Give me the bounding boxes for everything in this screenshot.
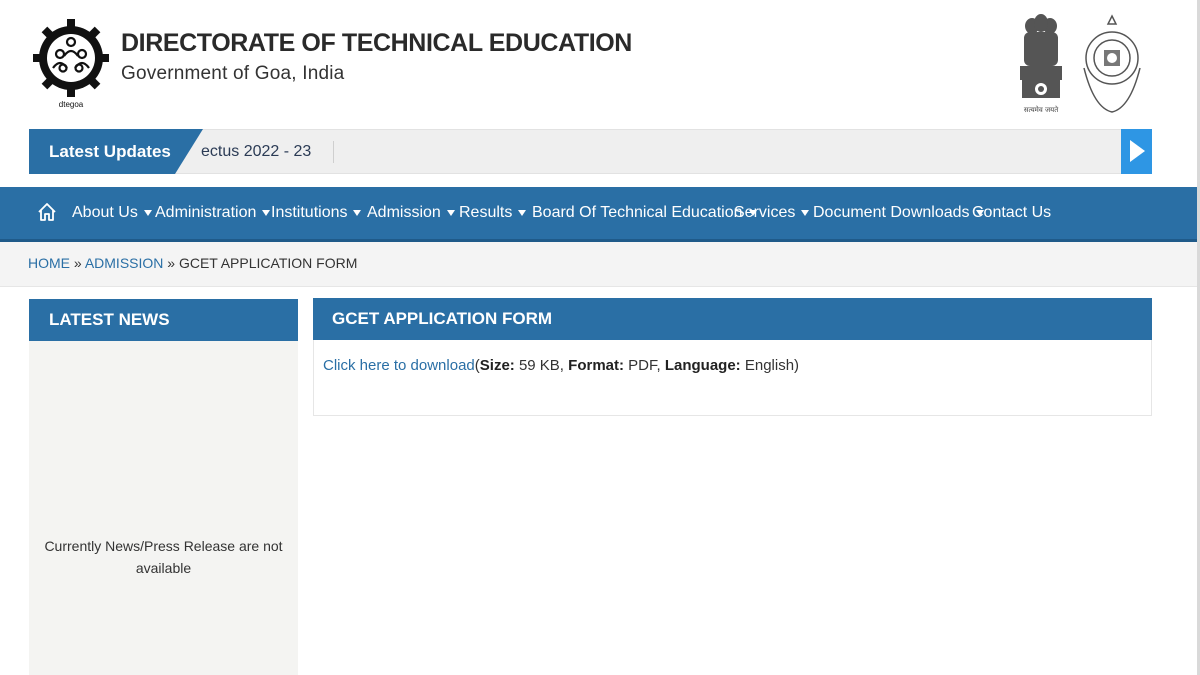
site-subtitle: Government of Goa, India bbox=[121, 63, 345, 84]
nav-board-of-technical-education[interactable]: Board Of Technical Education bbox=[532, 187, 757, 239]
breadcrumb-admission-link[interactable]: ADMISSION bbox=[85, 255, 164, 271]
language-value: English) bbox=[740, 357, 800, 374]
chevron-down-icon bbox=[801, 209, 810, 216]
national-emblem-icon: सत्यमेव जयते bbox=[1020, 14, 1062, 114]
latest-updates-bar: Latest Updates ectus 2022 - 23 bbox=[29, 129, 1152, 174]
size-label: Size: bbox=[479, 357, 515, 374]
size-value: 59 KB, bbox=[514, 357, 569, 374]
nav-institutions[interactable]: Institutions bbox=[271, 187, 362, 239]
chevron-down-icon bbox=[143, 209, 152, 216]
nav-admission[interactable]: Admission bbox=[367, 187, 455, 239]
format-value: PDF, bbox=[624, 357, 665, 374]
svg-text:सत्यमेव जयते: सत्यमेव जयते bbox=[1024, 105, 1059, 114]
nav-services[interactable]: Services bbox=[734, 187, 810, 239]
breadcrumb-home-link[interactable]: HOME bbox=[28, 255, 70, 271]
latest-updates-label: Latest Updates bbox=[29, 129, 203, 174]
chevron-down-icon bbox=[353, 209, 362, 216]
nav-document-downloads[interactable]: Document Downloads bbox=[813, 187, 984, 239]
breadcrumb-current: GCET APPLICATION FORM bbox=[178, 255, 358, 271]
site-header: dtegoa DIRECTORATE OF TECHNICAL EDUCATIO… bbox=[0, 0, 1200, 128]
format-label: Format: bbox=[568, 357, 624, 374]
nav-about-us[interactable]: About Us bbox=[72, 187, 152, 239]
content-panel: GCET APPLICATION FORM Click here to down… bbox=[313, 298, 1152, 416]
chevron-down-icon bbox=[446, 209, 455, 216]
latest-news-sidebar: LATEST NEWS Currently News/Press Release… bbox=[29, 299, 298, 675]
nav-results[interactable]: Results bbox=[459, 187, 527, 239]
nav-administration[interactable]: Administration bbox=[155, 187, 271, 239]
language-label: Language: bbox=[664, 357, 741, 374]
nav-contact-us[interactable]: Contact Us bbox=[972, 187, 1051, 239]
breadcrumb-bar: HOME » ADMISSION » GCET APPLICATION FORM bbox=[0, 242, 1197, 287]
site-title: DIRECTORATE OF TECHNICAL EDUCATION bbox=[121, 29, 632, 57]
goa-seal-icon bbox=[1083, 14, 1141, 113]
download-info: Click here to download(Size: 59 KB, Form… bbox=[323, 357, 799, 374]
download-link[interactable]: Click here to download bbox=[323, 357, 475, 374]
updates-ticker-text[interactable]: ectus 2022 - 23 bbox=[201, 141, 335, 163]
main-nav: About Us Administration Institutions Adm… bbox=[0, 187, 1197, 242]
breadcrumb-separator: » bbox=[73, 255, 82, 271]
dte-logo[interactable]: dtegoa bbox=[33, 12, 109, 112]
news-empty-message: Currently News/Press Release are not ava… bbox=[44, 538, 283, 576]
breadcrumb-separator: » bbox=[167, 255, 176, 271]
home-icon[interactable] bbox=[36, 201, 58, 223]
ticker-next-button[interactable] bbox=[1121, 129, 1152, 174]
chevron-down-icon bbox=[518, 209, 527, 216]
latest-news-title: LATEST NEWS bbox=[29, 299, 298, 341]
svg-text:dtegoa: dtegoa bbox=[59, 100, 84, 109]
chevron-down-icon bbox=[262, 209, 271, 216]
breadcrumb: HOME » ADMISSION » GCET APPLICATION FORM bbox=[28, 255, 357, 271]
page-title: GCET APPLICATION FORM bbox=[313, 298, 1152, 340]
